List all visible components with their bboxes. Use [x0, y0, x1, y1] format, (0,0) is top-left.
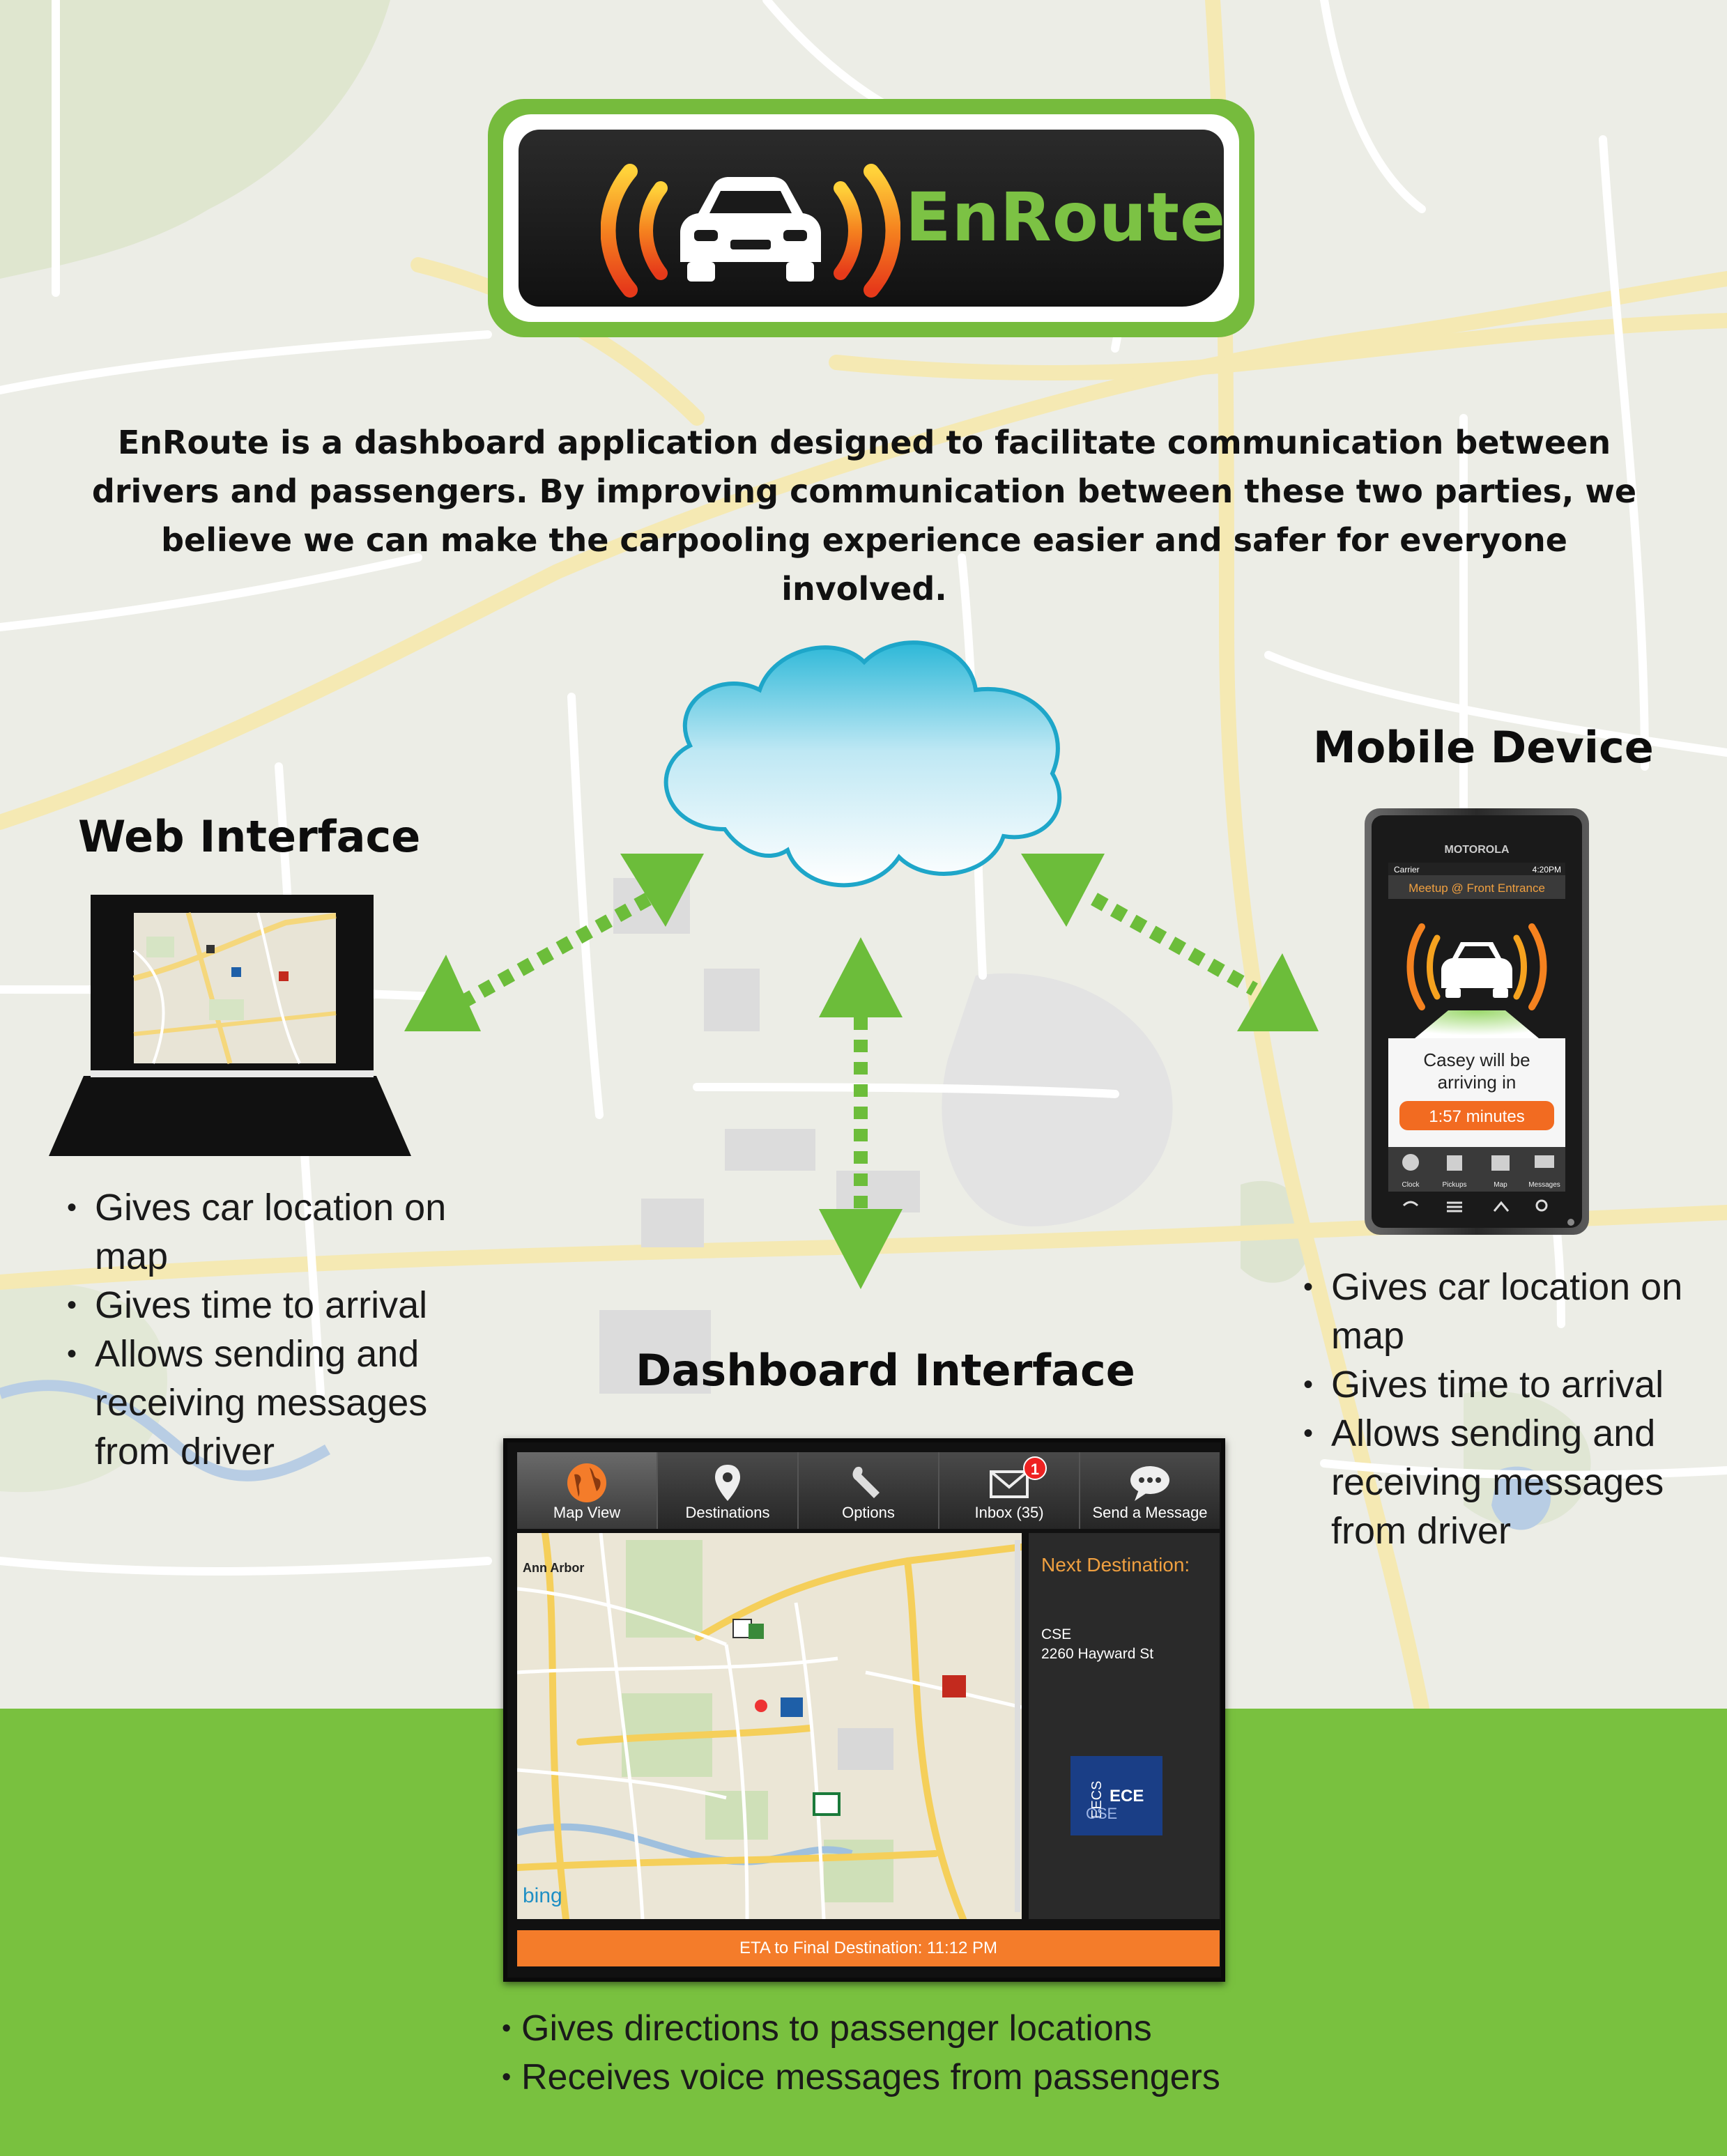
map-marker[interactable]: [749, 1624, 764, 1639]
map-city-label: Ann Arbor: [523, 1561, 584, 1575]
dashboard-interface-title: Dashboard Interface: [636, 1345, 1135, 1396]
web-feature: Gives car location on map: [67, 1183, 457, 1281]
mobile-feature: Gives car location on map: [1303, 1263, 1694, 1360]
map-marker[interactable]: [755, 1700, 767, 1712]
dashboard-nav: Map View Destinations Options 1 Inbox (3…: [517, 1452, 1220, 1529]
nav-destinations[interactable]: Destinations: [658, 1452, 799, 1529]
destination-name: CSE: [1041, 1626, 1072, 1642]
bing-logo: bing: [523, 1884, 562, 1907]
nav-label: Send a Message: [1092, 1504, 1208, 1521]
phone-tab-label[interactable]: Messages: [1528, 1181, 1560, 1189]
messages-icon[interactable]: [1535, 1155, 1554, 1168]
eta-value: 1:57 minutes: [1429, 1107, 1524, 1126]
nav-label: Inbox (35): [974, 1504, 1044, 1521]
nav-label: Options: [842, 1504, 895, 1521]
dashboard-feature: Gives directions to passenger locations: [502, 2004, 1338, 2053]
dashboard-screen: Map View Destinations Options 1 Inbox (3…: [503, 1438, 1225, 1982]
nav-map-view[interactable]: Map View: [517, 1452, 658, 1529]
map-marker[interactable]: [813, 1792, 841, 1816]
phone-tab-label[interactable]: Pickups: [1442, 1181, 1466, 1189]
smartphone-icon: MOTOROLA Carrier 4:20PM Meetup @ Front E…: [1365, 808, 1589, 1235]
map-icon[interactable]: [1491, 1155, 1510, 1171]
clock-icon[interactable]: [1402, 1154, 1419, 1171]
web-feature: Gives time to arrival: [67, 1281, 457, 1330]
phone-tab-label[interactable]: Map: [1494, 1181, 1507, 1189]
phone-brand: MOTOROLA: [1444, 844, 1509, 856]
wrench-icon: [852, 1466, 880, 1498]
eecs-logo: EECS ECE CSE: [1070, 1756, 1162, 1835]
phone-carrier: Carrier: [1394, 865, 1420, 875]
eta-final-destination: ETA to Final Destination: 11:12 PM: [739, 1939, 997, 1957]
destination-address: 2260 Hayward St: [1041, 1646, 1154, 1662]
phone-clock: 4:20PM: [1533, 865, 1561, 875]
globe-icon: [567, 1463, 606, 1502]
dashboard-map[interactable]: Ann Arbor bing: [517, 1533, 1022, 1919]
ece-text: ECE: [1110, 1787, 1144, 1805]
mobile-feature: Allows sending and receiving messages fr…: [1303, 1409, 1694, 1555]
nav-send-message[interactable]: Send a Message: [1080, 1452, 1220, 1529]
eta-bar: ETA to Final Destination: 11:12 PM: [517, 1930, 1220, 1966]
mobile-feature: Gives time to arrival: [1303, 1360, 1694, 1409]
arrow-cloud-dashboard: [819, 937, 903, 1289]
meetup-label: Meetup @ Front Entrance: [1409, 881, 1545, 895]
dashboard-feature: Receives voice messages from passengers: [502, 2053, 1338, 2102]
pin-icon: [715, 1465, 740, 1501]
phone-tab-label[interactable]: Clock: [1402, 1181, 1420, 1189]
dashboard-feature-list: Gives directions to passenger locations …: [502, 2004, 1338, 2102]
web-interface-title: Web Interface: [78, 811, 421, 862]
next-destination-panel: Next Destination: CSE 2260 Hayward St EE…: [1029, 1533, 1220, 1919]
next-destination-label: Next Destination:: [1041, 1554, 1190, 1576]
inbox-badge: 1: [1023, 1456, 1047, 1480]
web-feature-list: Gives car location on map Gives time to …: [67, 1183, 457, 1476]
cse-text: CSE: [1086, 1805, 1118, 1822]
speech-bubble-icon: [1130, 1466, 1169, 1501]
nav-label: Destinations: [685, 1504, 770, 1521]
mobile-feature-list: Gives car location on map Gives time to …: [1303, 1263, 1694, 1555]
pickups-icon[interactable]: [1447, 1155, 1462, 1171]
map-marker[interactable]: [781, 1697, 803, 1717]
arrow-cloud-mobile: [1021, 854, 1319, 1031]
nav-label: Map View: [553, 1504, 621, 1521]
arrow-cloud-web: [404, 854, 704, 1031]
map-marker[interactable]: [942, 1675, 966, 1697]
web-feature: Allows sending and receiving messages fr…: [67, 1330, 457, 1476]
mobile-device-title: Mobile Device: [1313, 722, 1654, 773]
cloud-icon: [663, 640, 1062, 888]
laptop-icon: [49, 895, 411, 1156]
arrival-status: Casey will be: [1423, 1049, 1530, 1070]
arrival-status: arriving in: [1438, 1072, 1517, 1093]
nav-options[interactable]: Options: [799, 1452, 939, 1529]
nav-inbox[interactable]: 1 Inbox (35): [939, 1452, 1080, 1529]
